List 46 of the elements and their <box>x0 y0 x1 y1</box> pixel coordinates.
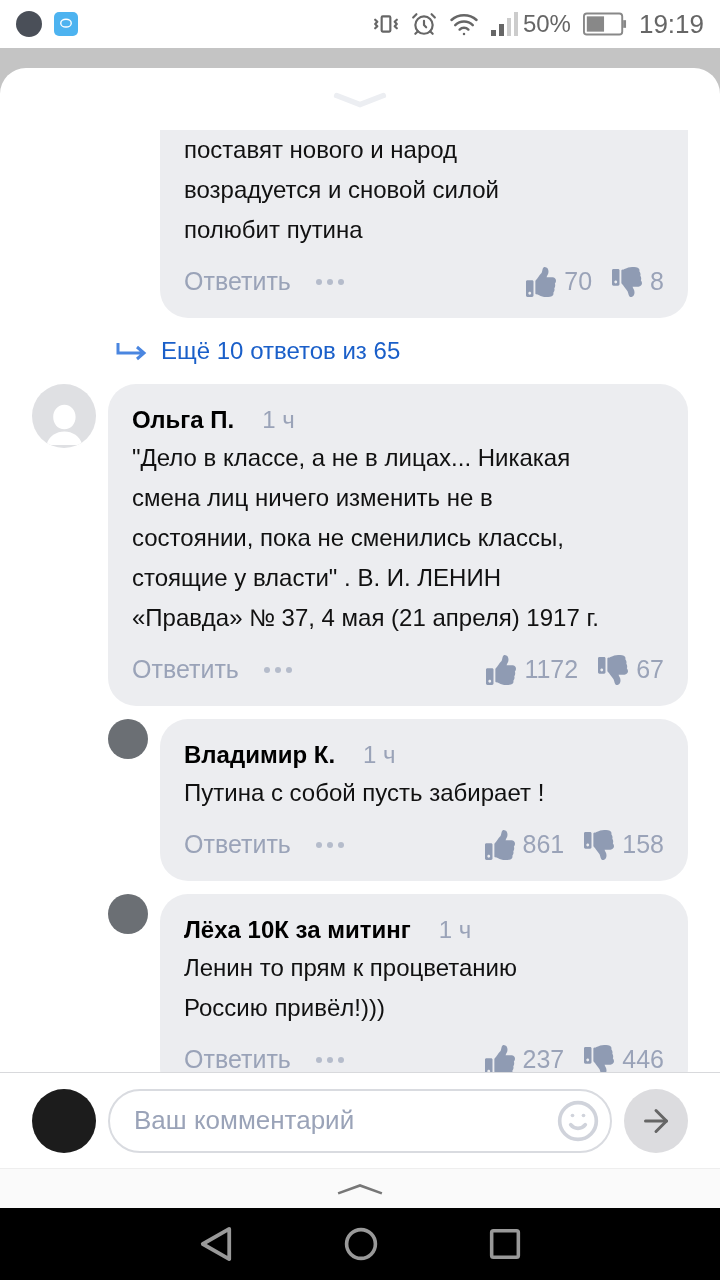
thumbs-up-icon[interactable] <box>484 830 515 860</box>
reply-arrow-icon <box>115 341 149 361</box>
more-replies-link[interactable]: Ещё 10 ответов из 65 <box>161 333 401 369</box>
comment-text: поставят нового и народ возрадуется и сновой силой полюбит путина <box>184 135 500 245</box>
like-count: 237 <box>522 1044 565 1072</box>
alarm-icon <box>410 11 437 37</box>
battery-percent: 50% <box>522 9 571 39</box>
message-app-icon <box>54 12 78 36</box>
dislike-count: 446 <box>622 1044 664 1072</box>
like-count: 861 <box>522 829 565 861</box>
author-name[interactable]: Владимир К. <box>184 737 336 773</box>
thumbs-down-icon[interactable] <box>598 655 629 685</box>
app-avatar-icon <box>16 11 42 37</box>
more-icon[interactable] <box>314 278 345 286</box>
thumbs-up-icon[interactable] <box>486 655 517 685</box>
more-icon[interactable] <box>262 666 293 674</box>
thumbs-up-icon[interactable] <box>484 1045 515 1072</box>
thumbs-down-icon[interactable] <box>584 830 615 860</box>
thumbs-up-icon[interactable] <box>526 267 557 297</box>
comment-input[interactable]: Ваш комментарий <box>108 1088 612 1153</box>
battery-icon <box>582 12 627 36</box>
comment-time: 1 ч <box>363 740 396 770</box>
dislike-count: 67 <box>636 654 664 686</box>
avatar-photo-placeholder <box>108 719 148 759</box>
thumbs-down-icon[interactable] <box>584 1045 615 1072</box>
emoji-icon[interactable] <box>556 1098 600 1143</box>
comment-text: Ленин то прям к процветанию Россию привёл!))) <box>184 953 519 1023</box>
author-name[interactable]: Лёха 10К за митинг <box>184 912 411 948</box>
more-icon[interactable] <box>314 841 345 849</box>
dislike-count: 8 <box>650 266 664 298</box>
comment-time: 1 ч <box>438 915 472 945</box>
recents-icon[interactable] <box>489 1228 521 1260</box>
back-icon[interactable] <box>199 1225 233 1263</box>
more-icon[interactable] <box>314 1056 345 1064</box>
avatar-photo-placeholder <box>108 894 148 934</box>
clock-time: 19:19 <box>638 7 704 41</box>
comment-time: 1 ч <box>262 405 295 435</box>
comment-text: Путина с собой пусть забирает ! <box>184 778 546 808</box>
comment-text: "Дело в классе, а не в лицах... Никакая смена лиц ничего изменить не в состоянии, пока не сменились классы, стоящие у власти" . В. И. ЛЕНИН «Правда» № 37, 4 мая (21 апреля) 1917 г. <box>132 443 600 633</box>
like-count: 1172 <box>524 654 579 686</box>
thumbs-down-icon[interactable] <box>612 267 643 297</box>
dislike-count: 158 <box>622 829 664 861</box>
author-name[interactable]: Ольга П. <box>132 402 235 438</box>
signal-icon <box>490 12 519 36</box>
like-count: 70 <box>564 266 593 298</box>
home-icon[interactable] <box>343 1226 379 1262</box>
